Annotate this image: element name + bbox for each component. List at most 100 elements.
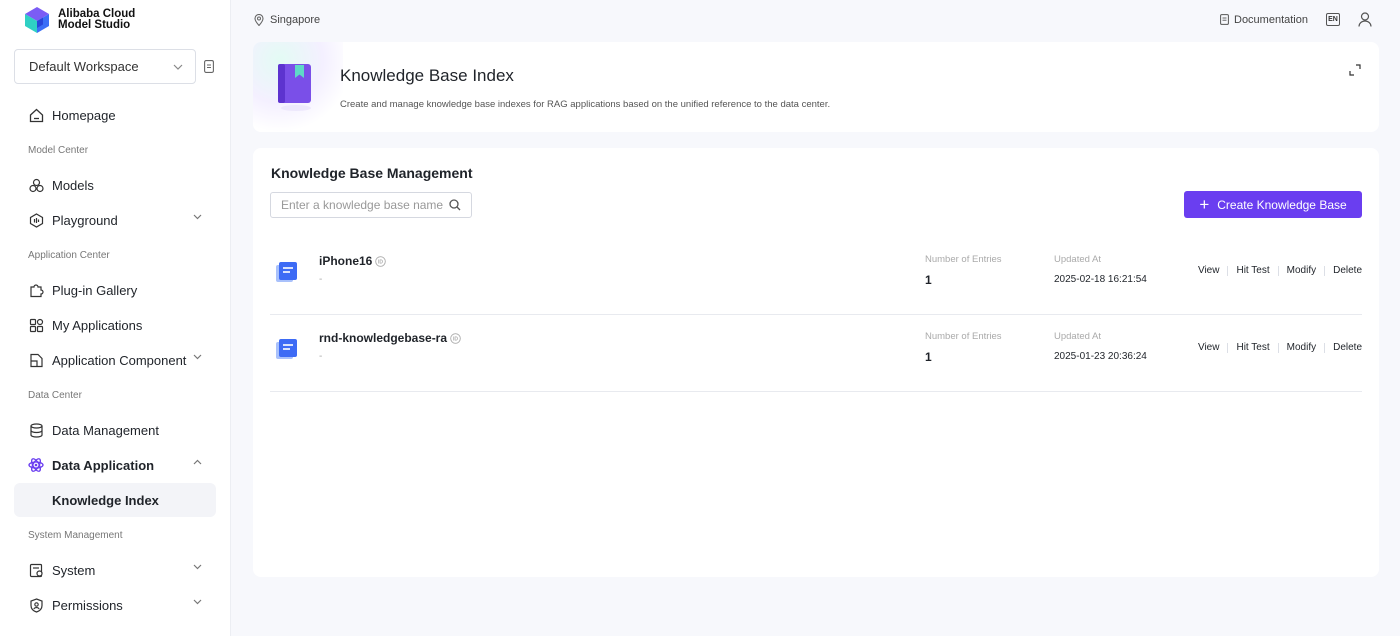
system-settings-icon [28,562,44,578]
page-description: Create and manage knowledge base indexes… [340,99,831,110]
modify-link[interactable]: Modify [1279,265,1324,276]
knowledge-base-description: - [319,351,323,362]
search-input[interactable] [281,198,449,212]
sidebar-item-label: Plug-in Gallery [52,282,138,298]
sidebar-item-application-component[interactable]: Application Component [14,343,216,377]
chevron-down-icon [193,599,202,605]
section-title: Knowledge Base Management [271,165,473,181]
svg-text:ID: ID [453,336,458,342]
knowledge-base-name[interactable]: rnd-knowledgebase-ra ID [319,331,461,345]
view-link[interactable]: View [1190,342,1228,353]
sidebar-item-label: Playground [52,212,118,228]
search-box[interactable] [270,192,472,218]
puzzle-icon [28,282,44,298]
id-icon[interactable]: ID [450,332,461,344]
sidebar-item-homepage[interactable]: Homepage [14,98,216,132]
applications-icon [28,317,44,333]
hit-test-link[interactable]: Hit Test [1228,342,1277,353]
documentation-label: Documentation [1234,13,1308,26]
id-icon[interactable]: ID [375,255,387,267]
view-link[interactable]: View [1190,265,1228,276]
sidebar-item-label: Knowledge Index [52,492,159,508]
region-label: Singapore [270,14,321,26]
sidebar-item-knowledge-index[interactable]: Knowledge Index [14,483,216,517]
sidebar-item-playground[interactable]: Playground [14,203,216,237]
user-icon[interactable] [1358,12,1372,27]
top-bar: Singapore Documentation EN [232,0,1400,42]
svg-text:ID: ID [378,259,383,265]
table-row[interactable]: iPhone16 ID - Number of Entries 1 Update… [270,239,1362,315]
model-studio-logo-icon [25,7,49,33]
workspace-selector[interactable]: Default Workspace [14,49,196,84]
models-icon [28,177,44,193]
document-icon[interactable] [204,60,214,73]
updated-label: Updated At [1054,331,1102,342]
sidebar-item-permissions[interactable]: Permissions [14,588,216,622]
sidebar-item-data-application[interactable]: Data Application [14,448,216,482]
playground-icon [28,212,44,228]
table-row[interactable]: rnd-knowledgebase-ra ID - Number of Entr… [270,316,1362,392]
sidebar: Alibaba Cloud Model Studio Default Works… [0,0,231,636]
create-knowledge-base-button[interactable]: + Create Knowledge Base [1184,191,1362,218]
delete-link[interactable]: Delete [1325,265,1362,276]
knowledge-base-description: - [319,274,323,285]
sidebar-item-label: System [52,562,96,578]
section-label-system-management: System Management [28,530,123,541]
chevron-down-icon [173,64,183,70]
sidebar-item-system[interactable]: System [14,553,216,587]
sidebar-item-label: Data Management [52,422,159,438]
chevron-down-icon [193,354,202,360]
sidebar-item-my-applications[interactable]: My Applications [14,308,216,342]
create-button-label: Create Knowledge Base [1217,197,1347,212]
chevron-down-icon [193,214,202,220]
chevron-up-icon [193,459,202,465]
page-header-card: Knowledge Base Index Create and manage k… [253,42,1379,132]
delete-link[interactable]: Delete [1325,342,1362,353]
location-pin-icon [254,14,264,26]
shield-icon [28,597,44,613]
sidebar-item-label: Data Application [52,457,155,473]
database-icon [28,422,44,438]
component-icon [28,352,44,368]
chevron-down-icon [193,564,202,570]
updated-label: Updated At [1054,254,1102,265]
row-actions: View Hit Test Modify Delete [1190,342,1362,353]
sidebar-item-label: Models [52,177,94,193]
updated-value: 2025-02-18 16:21:54 [1054,274,1147,285]
section-label-application-center: Application Center [28,250,110,261]
brand-name: Alibaba Cloud Model Studio [58,8,136,31]
knowledge-base-icon [276,262,297,282]
sidebar-item-label: Application Component [52,352,187,368]
sidebar-item-plugin-gallery[interactable]: Plug-in Gallery [14,273,216,307]
knowledge-base-name[interactable]: iPhone16 ID [319,254,387,268]
sidebar-item-label: Permissions [52,597,123,613]
knowledge-base-management-card: Knowledge Base Management + Create Knowl… [253,148,1379,577]
region-selector[interactable]: Singapore [254,14,320,26]
document-icon [1220,14,1229,25]
brand-logo[interactable]: Alibaba Cloud Model Studio [24,6,135,34]
entries-value: 1 [925,273,932,287]
documentation-link[interactable]: Documentation [1220,14,1308,26]
workspace-label: Default Workspace [29,59,139,74]
entries-value: 1 [925,350,932,364]
page-title: Knowledge Base Index [340,66,514,85]
search-icon[interactable] [449,199,461,211]
updated-value: 2025-01-23 20:36:24 [1054,351,1147,362]
entries-label: Number of Entries [925,331,1002,342]
entries-label: Number of Entries [925,254,1002,265]
sidebar-item-label: My Applications [52,317,143,333]
sidebar-item-data-management[interactable]: Data Management [14,413,216,447]
row-actions: View Hit Test Modify Delete [1190,265,1362,276]
hit-test-link[interactable]: Hit Test [1228,265,1277,276]
home-icon [28,107,44,123]
plus-icon: + [1199,195,1210,214]
knowledge-base-icon [276,339,297,359]
knowledge-book-icon [278,64,311,111]
expand-icon[interactable] [1349,64,1361,76]
language-switch[interactable]: EN [1326,13,1340,26]
sidebar-item-models[interactable]: Models [14,168,216,202]
top-bar-actions: Documentation EN [1220,12,1372,27]
modify-link[interactable]: Modify [1279,342,1324,353]
section-label-data-center: Data Center [28,390,82,401]
sidebar-item-label: Homepage [52,107,116,123]
